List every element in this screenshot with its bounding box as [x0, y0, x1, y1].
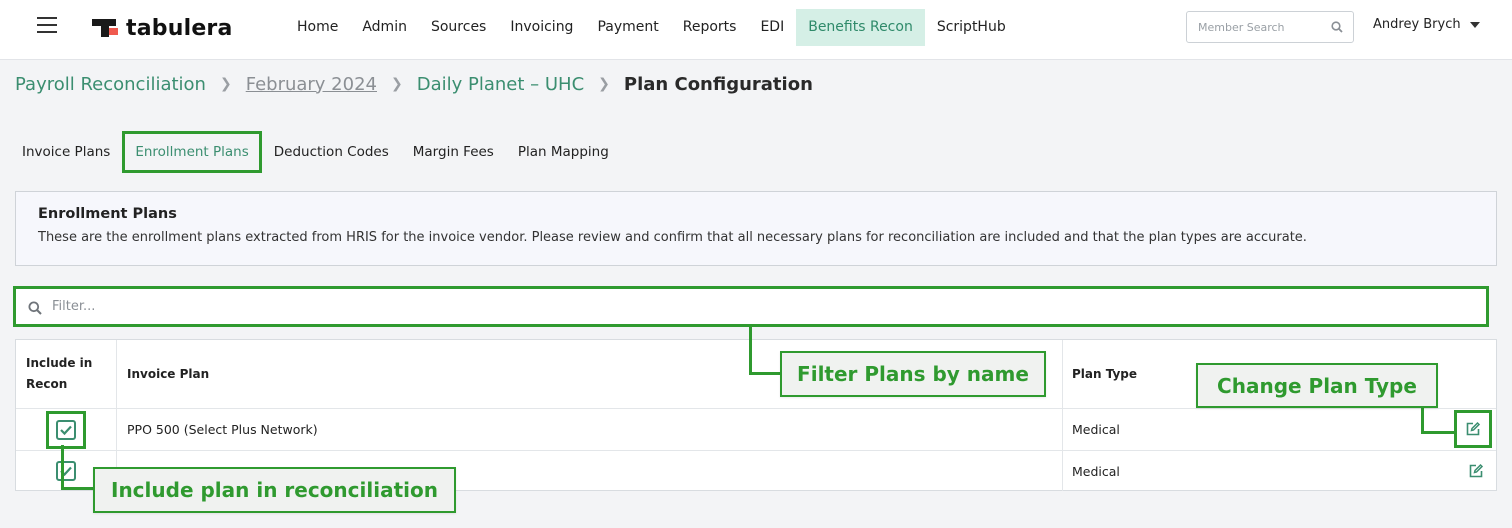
- include-cell: [16, 409, 117, 450]
- hamburger-menu-icon[interactable]: [37, 17, 57, 33]
- user-name: Andrey Brych: [1373, 17, 1461, 32]
- nav-item-home[interactable]: Home: [285, 9, 350, 46]
- callout-leader-filter: [749, 327, 782, 375]
- chevron-right-icon: ❯: [598, 76, 610, 92]
- nav-item-reports[interactable]: Reports: [671, 9, 749, 46]
- edit-icon: [1466, 421, 1481, 435]
- breadcrumb-item-vendor[interactable]: Daily Planet – UHC: [417, 74, 584, 95]
- tab-margin-fees[interactable]: Margin Fees: [401, 131, 506, 173]
- checkbox-checked-icon: [56, 419, 76, 440]
- breadcrumb-item-period[interactable]: February 2024: [246, 74, 377, 95]
- callout-include-plan: Include plan in reconciliation: [93, 467, 456, 513]
- brand-logo[interactable]: tabulera: [92, 15, 233, 41]
- chevron-right-icon: ❯: [219, 76, 232, 92]
- edit-plan-type-button[interactable]: [1468, 463, 1484, 479]
- user-menu[interactable]: Andrey Brych: [1373, 17, 1480, 32]
- nav-item-edi[interactable]: EDI: [748, 9, 796, 46]
- header-include-in-recon: Include in Recon: [16, 340, 117, 408]
- edit-icon: [1469, 463, 1484, 478]
- search-icon: [28, 301, 42, 315]
- nav-item-payment[interactable]: Payment: [585, 9, 670, 46]
- page-title: Plan Configuration: [623, 73, 813, 95]
- main-nav: Home Admin Sources Invoicing Payment Rep…: [285, 9, 1018, 46]
- logo-mark-icon: [92, 17, 118, 39]
- plan-type-value: Medical: [1072, 422, 1120, 437]
- callout-leader-include: [61, 445, 95, 490]
- member-search-input[interactable]: [1187, 12, 1317, 42]
- nav-item-invoicing[interactable]: Invoicing: [498, 9, 585, 46]
- chevron-right-icon: ❯: [391, 76, 403, 92]
- tab-plan-mapping[interactable]: Plan Mapping: [506, 131, 621, 173]
- nav-item-benefits-recon[interactable]: Benefits Recon: [796, 9, 925, 46]
- brand-name: tabulera: [126, 15, 233, 41]
- info-panel: Enrollment Plans These are the enrollmen…: [15, 191, 1497, 266]
- callout-change-plan-type: Change Plan Type: [1196, 363, 1438, 408]
- callout-filter-plans: Filter Plans by name: [780, 351, 1046, 397]
- info-description: These are the enrollment plans extracted…: [38, 230, 1307, 245]
- header-include-line2: Recon: [26, 377, 68, 391]
- edit-plan-type-button[interactable]: [1454, 409, 1492, 448]
- chevron-down-icon: [1469, 21, 1480, 28]
- config-tabs: Invoice Plans Enrollment Plans Deduction…: [10, 131, 621, 173]
- top-navigation-bar: tabulera Home Admin Sources Invoicing Pa…: [0, 0, 1512, 60]
- filter-input[interactable]: [52, 289, 1452, 324]
- table-row: PPO 500 (Select Plus Network) Medical: [16, 409, 1496, 451]
- filter-box: [13, 286, 1489, 327]
- tab-enrollment-plans[interactable]: Enrollment Plans: [122, 131, 262, 173]
- search-icon[interactable]: [1331, 21, 1343, 33]
- breadcrumb-item-payroll-reconciliation[interactable]: Payroll Reconciliation: [15, 74, 206, 95]
- info-title: Enrollment Plans: [38, 206, 177, 222]
- tab-invoice-plans[interactable]: Invoice Plans: [10, 131, 122, 173]
- plan-type-value: Medical: [1072, 463, 1120, 479]
- member-search: [1186, 11, 1354, 43]
- plan-name: PPO 500 (Select Plus Network): [117, 409, 1063, 450]
- nav-item-scripthub[interactable]: ScriptHub: [925, 9, 1018, 46]
- header-include-line1: Include in: [26, 356, 93, 370]
- plan-type: Medical: [1063, 451, 1496, 491]
- tab-deduction-codes[interactable]: Deduction Codes: [262, 131, 401, 173]
- callout-leader-change-type: [1421, 408, 1455, 434]
- include-checkbox[interactable]: [46, 410, 86, 449]
- breadcrumb: Payroll Reconciliation ❯ February 2024 ❯…: [15, 71, 813, 97]
- nav-item-sources[interactable]: Sources: [419, 9, 498, 46]
- nav-item-admin[interactable]: Admin: [350, 9, 419, 46]
